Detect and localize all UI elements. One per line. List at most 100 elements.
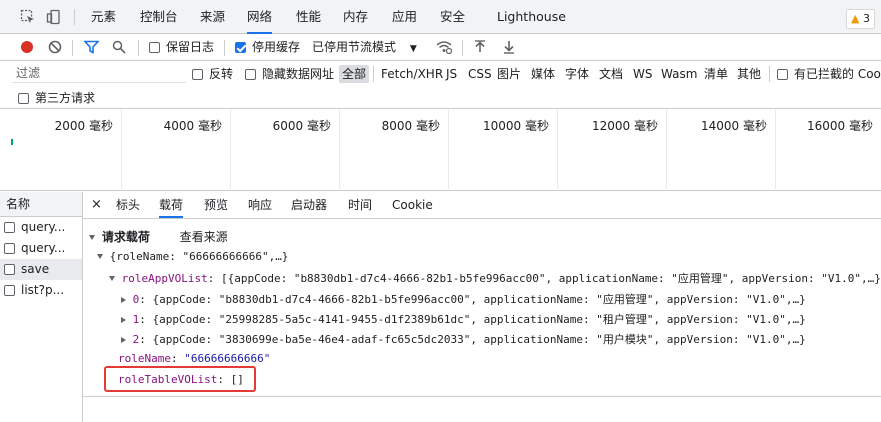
blocked-cookies-label: 有已拦截的 Cookie bbox=[794, 67, 881, 81]
invert-checkbox[interactable]: 反转 bbox=[192, 65, 233, 83]
tab-sources[interactable]: 来源 bbox=[200, 0, 225, 34]
close-icon[interactable]: × bbox=[91, 192, 102, 218]
request-row-list[interactable]: list?p... bbox=[0, 280, 82, 301]
collapse-triangle-icon bbox=[121, 297, 126, 303]
timeline-column: 8000 毫秒 bbox=[339, 109, 449, 191]
request-row-query-1[interactable]: query... bbox=[0, 217, 82, 238]
timeline-request-bar bbox=[11, 139, 13, 145]
filter-input[interactable] bbox=[12, 64, 186, 83]
device-toolbar-icon[interactable] bbox=[46, 9, 62, 25]
type-filter-manifest[interactable]: 清单 bbox=[701, 65, 731, 83]
preserve-log-label: 保留日志 bbox=[166, 40, 215, 54]
type-filter-fetch-xhr[interactable]: Fetch/XHR bbox=[378, 65, 446, 83]
tab-cookies[interactable]: Cookie bbox=[392, 192, 433, 218]
request-row-save[interactable]: save bbox=[0, 259, 82, 280]
type-filter-media[interactable]: 媒体 bbox=[528, 65, 558, 83]
payload-app-item-2[interactable]: 2: {appCode: "3830699e-ba5e-46e4-adaf-fc… bbox=[121, 331, 806, 347]
tab-headers[interactable]: 标头 bbox=[116, 192, 140, 218]
separator bbox=[72, 40, 73, 56]
throttling-select[interactable]: 已停用节流模式 ▼ bbox=[312, 34, 417, 61]
type-filter-img[interactable]: 图片 bbox=[494, 65, 524, 83]
third-party-row: 第三方请求 bbox=[0, 87, 881, 109]
search-icon[interactable] bbox=[112, 40, 126, 54]
colon-label: : bbox=[139, 313, 153, 326]
expand-triangle-icon bbox=[89, 235, 95, 240]
payload-section-header[interactable]: 请求载荷 查看来源 bbox=[89, 228, 228, 245]
type-filter-wasm[interactable]: Wasm bbox=[658, 65, 700, 83]
checkbox-box bbox=[149, 42, 160, 53]
item-summary: {appCode: "3830699e-ba5e-46e4-adaf-fc65c… bbox=[152, 333, 806, 346]
tab-preview[interactable]: 预览 bbox=[204, 192, 228, 218]
request-name: save bbox=[21, 262, 50, 276]
payload-app-item-1[interactable]: 1: {appCode: "25998285-5a5c-4141-9455-d1… bbox=[121, 311, 806, 327]
separator bbox=[138, 40, 139, 56]
request-details: × 标头 载荷 预览 响应 启动器 时间 Cookie 请求载荷 查看来源 {r… bbox=[83, 192, 881, 422]
disable-cache-checkbox[interactable]: 停用缓存 bbox=[235, 34, 300, 61]
type-filter-font[interactable]: 字体 bbox=[562, 65, 592, 83]
payload-app-item-0[interactable]: 0: {appCode: "b8830db1-d7c4-4666-82b1-b5… bbox=[121, 291, 806, 307]
checkbox-box bbox=[18, 93, 29, 104]
request-name: query... bbox=[21, 241, 66, 255]
colon-label: : bbox=[139, 333, 153, 346]
inspect-element-icon[interactable] bbox=[20, 9, 36, 25]
tab-application[interactable]: 应用 bbox=[392, 0, 417, 34]
role-name-value: "66666666666" bbox=[184, 352, 271, 365]
checkbox-box bbox=[4, 222, 15, 233]
highlight-annotation-box bbox=[104, 366, 256, 392]
collapse-triangle-icon bbox=[121, 337, 126, 343]
type-filter-other[interactable]: 其他 bbox=[734, 65, 764, 83]
clear-icon[interactable] bbox=[48, 40, 62, 54]
blocked-cookies-checkbox[interactable]: 有已拦截的 Cookie bbox=[777, 65, 881, 83]
tab-initiator[interactable]: 启动器 bbox=[291, 192, 327, 218]
expand-triangle-icon bbox=[109, 276, 115, 281]
payload-role-name: roleName: "66666666666" bbox=[118, 352, 270, 365]
third-party-checkbox[interactable]: 第三方请求 bbox=[18, 89, 95, 107]
column-header-name[interactable]: 名称 bbox=[0, 192, 82, 217]
separator bbox=[74, 9, 75, 25]
issues-count: 3 bbox=[863, 12, 870, 25]
preserve-log-checkbox[interactable]: 保留日志 bbox=[149, 34, 214, 61]
tab-memory[interactable]: 内存 bbox=[343, 0, 368, 34]
caret-down-icon: ▼ bbox=[409, 44, 417, 54]
checkbox-box bbox=[777, 69, 788, 80]
request-list: 名称 query... query... save list?p... bbox=[0, 192, 83, 422]
tab-network[interactable]: 网络 bbox=[247, 0, 273, 34]
request-name: query... bbox=[21, 220, 66, 234]
third-party-label: 第三方请求 bbox=[35, 91, 96, 105]
timeline-tick-label: 8000 毫秒 bbox=[381, 119, 440, 133]
tab-payload[interactable]: 载荷 bbox=[159, 192, 184, 218]
export-har-icon[interactable] bbox=[503, 40, 515, 54]
type-filter-doc[interactable]: 文档 bbox=[596, 65, 626, 83]
item-summary: {appCode: "b8830db1-d7c4-4666-82b1-b5fe9… bbox=[152, 293, 806, 306]
hide-data-urls-checkbox[interactable]: 隐藏数据网址 bbox=[245, 65, 334, 83]
tab-timing[interactable]: 时间 bbox=[348, 192, 372, 218]
issues-badge[interactable]: ▲ 3 bbox=[846, 9, 875, 29]
payload-app-list[interactable]: roleAppVOList: [{appCode: "b8830db1-d7c4… bbox=[109, 270, 881, 286]
type-filter-ws[interactable]: WS bbox=[630, 65, 655, 83]
tab-response[interactable]: 响应 bbox=[248, 192, 272, 218]
import-har-icon[interactable] bbox=[474, 40, 486, 54]
filter-icon[interactable] bbox=[84, 40, 99, 54]
record-icon[interactable] bbox=[20, 40, 34, 54]
filter-bar: 反转 隐藏数据网址 全部 Fetch/XHR JS CSS 图片 媒体 字体 文… bbox=[0, 61, 881, 87]
tab-security[interactable]: 安全 bbox=[440, 0, 465, 34]
tab-performance[interactable]: 性能 bbox=[296, 0, 321, 34]
timeline-overview[interactable]: 2000 毫秒 4000 毫秒 6000 毫秒 8000 毫秒 10000 毫秒… bbox=[0, 109, 881, 191]
timeline-column: 16000 毫秒 bbox=[775, 109, 881, 191]
timeline-column: 14000 毫秒 bbox=[666, 109, 776, 191]
timeline-column: 12000 毫秒 bbox=[557, 109, 667, 191]
view-source-link[interactable]: 查看来源 bbox=[180, 230, 228, 244]
tab-console[interactable]: 控制台 bbox=[140, 0, 178, 34]
network-conditions-icon[interactable] bbox=[436, 40, 452, 54]
app-list-summary: [{appCode: "b8830db1-d7c4-4666-82b1-b5fe… bbox=[220, 272, 881, 285]
payload-root[interactable]: {roleName: "66666666666",…} bbox=[97, 250, 288, 263]
type-filter-css[interactable]: CSS bbox=[465, 65, 495, 83]
timeline-tick-label: 10000 毫秒 bbox=[483, 119, 549, 133]
timeline-tick-label: 16000 毫秒 bbox=[807, 119, 873, 133]
tab-elements[interactable]: 元素 bbox=[91, 0, 116, 34]
request-row-query-2[interactable]: query... bbox=[0, 238, 82, 259]
request-name: list?p... bbox=[21, 283, 65, 297]
type-filter-js[interactable]: JS bbox=[443, 65, 460, 83]
tab-lighthouse[interactable]: Lighthouse bbox=[497, 0, 566, 34]
type-filter-all[interactable]: 全部 bbox=[339, 65, 370, 83]
